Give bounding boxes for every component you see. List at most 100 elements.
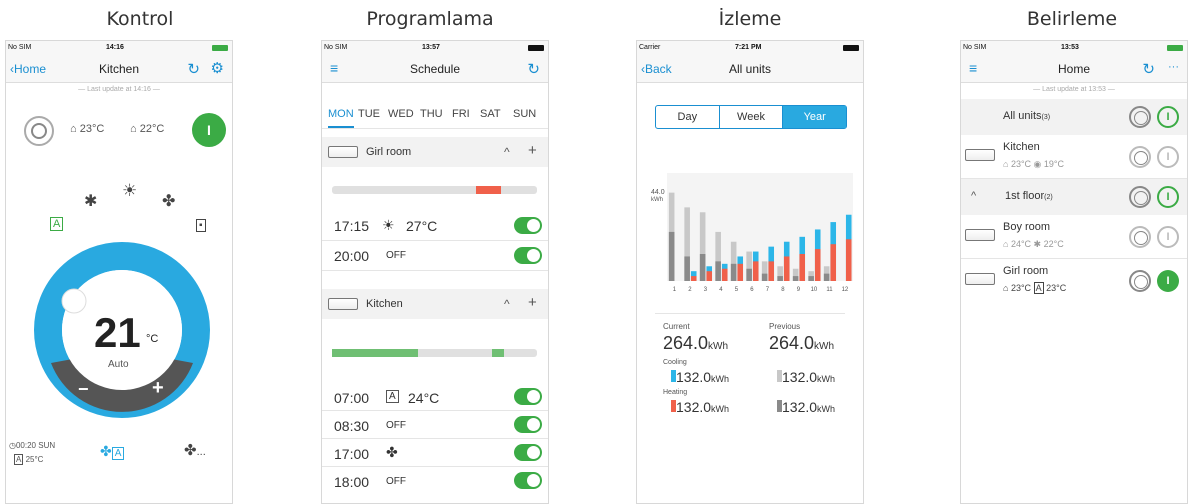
battery-icon — [1167, 45, 1183, 51]
status-bar: Carrier 7:21 PM — [637, 41, 863, 55]
clock-label: 13:53 — [1061, 44, 1079, 51]
fan-mode-icon: ✤ — [386, 444, 398, 460]
setpoint-value: 21 — [94, 309, 141, 356]
entry-toggle[interactable] — [514, 388, 542, 405]
tab-sat[interactable]: SAT — [480, 108, 501, 120]
dry-mode-icon[interactable]: ▪ — [196, 219, 206, 232]
x-tick-label: 8 — [781, 287, 785, 293]
entry-toggle[interactable] — [514, 416, 542, 433]
schedule-entry[interactable]: 17:15 ☀ 27°C — [322, 211, 548, 241]
unit-off-button[interactable] — [1129, 226, 1151, 248]
heat-mode-icon: ☀ — [382, 217, 395, 233]
battery-icon — [528, 45, 544, 51]
energy-bar-chart: 1 2 3 4 5 6 7 8 9 10 11 12 — [667, 173, 853, 293]
power-on-button[interactable]: I — [192, 113, 226, 147]
unit-header-girl-room[interactable]: Girl room ^ + — [322, 137, 548, 167]
status-bar: No SIM 13:53 — [961, 41, 1187, 55]
fan-auto-icon[interactable]: ✤ A — [100, 443, 125, 460]
unit-row-kitchen[interactable]: Kitchen ⌂ 23°C ◉ 19°C I — [961, 135, 1187, 179]
heat-mode-icon[interactable]: ☀ — [122, 181, 137, 201]
refresh-icon[interactable]: ↻ — [1142, 60, 1155, 78]
refresh-icon[interactable]: ↻ — [187, 60, 200, 78]
nav-bar: ≡ Home ↻ ··· — [961, 55, 1187, 83]
cool-mode-icon[interactable]: ✱ — [84, 191, 97, 211]
gear-icon[interactable]: ⚙ — [211, 59, 224, 77]
add-button[interactable]: + — [528, 294, 537, 311]
floor-on-button[interactable]: I — [1157, 186, 1179, 208]
power-off-button[interactable] — [24, 116, 54, 146]
tab-sun[interactable]: SUN — [513, 108, 536, 120]
all-off-button[interactable] — [1129, 106, 1151, 128]
unit-row-girl-room[interactable]: Girl room ⌂ 23°C A 23°C I — [961, 259, 1187, 303]
current-total: 264.0kWh — [663, 333, 729, 353]
tab-thu[interactable]: THU — [420, 108, 443, 120]
nav-bar: ‹Back All units — [637, 55, 863, 83]
decrease-button[interactable]: − — [78, 379, 89, 400]
tab-week[interactable]: Week — [720, 106, 784, 128]
tab-year[interactable]: Year — [783, 106, 847, 128]
nav-bar: ‹Home Kitchen ↻ ⚙ — [6, 55, 232, 83]
x-tick-label: 10 — [811, 287, 818, 293]
current-label: Current — [663, 322, 690, 331]
nav-bar: ≡ Schedule ↻ — [322, 55, 548, 83]
entry-toggle[interactable] — [514, 472, 542, 489]
entry-toggle[interactable] — [514, 444, 542, 461]
floor-off-button[interactable] — [1129, 186, 1151, 208]
all-on-button[interactable]: I — [1157, 106, 1179, 128]
floor-row[interactable]: ^ 1st floor(2) I — [961, 179, 1187, 215]
tab-wed[interactable]: WED — [388, 108, 414, 120]
bar-prev-heating-5 — [730, 263, 737, 281]
page-title: Schedule — [409, 62, 461, 76]
entry-toggle[interactable] — [514, 217, 542, 234]
collapse-icon[interactable]: ^ — [971, 190, 976, 202]
heating-previous: 132.0kWh — [777, 399, 835, 415]
bar-prev-heating-7 — [761, 273, 768, 281]
unit-header-kitchen[interactable]: Kitchen ^ + — [322, 289, 548, 319]
ac-unit-icon — [328, 298, 358, 310]
unit-row-boy-room[interactable]: Boy room ⌂ 24°C ✱ 22°C I — [961, 215, 1187, 259]
all-units-row[interactable]: All units(3) I — [961, 99, 1187, 135]
increase-button[interactable]: + — [152, 377, 164, 400]
unit-on-button[interactable]: I — [1157, 146, 1179, 168]
auto-mode-icon[interactable]: A — [50, 217, 64, 231]
ac-unit-icon — [965, 273, 995, 285]
bar-prev-heating-2 — [684, 256, 690, 281]
unit-name: Girl room — [366, 146, 412, 158]
swing-more-icon[interactable]: ✤... — [184, 441, 206, 459]
ac-unit-icon — [328, 146, 358, 158]
floor-label: 1st floor(2) — [1005, 190, 1053, 202]
schedule-entry[interactable]: 07:00 A 24°C — [322, 383, 548, 411]
x-tick-label: 4 — [719, 287, 723, 293]
bar-prev-heating-4 — [715, 261, 721, 281]
unit-name: Kitchen — [366, 298, 403, 310]
unit-off-button[interactable] — [1129, 270, 1151, 292]
fan-mode-icon[interactable]: ✤ — [162, 191, 175, 211]
bar-prev-heating-6 — [746, 268, 752, 281]
caption-izleme: İzleme — [718, 8, 782, 30]
x-tick-label: 12 — [842, 287, 849, 293]
tab-tue[interactable]: TUE — [358, 108, 380, 120]
collapse-icon[interactable]: ^ — [504, 297, 510, 311]
unit-on-button[interactable]: I — [1157, 226, 1179, 248]
timer-info[interactable]: ◷00:20 SUN — [9, 441, 55, 450]
bar-heating-11 — [830, 244, 837, 281]
entry-toggle[interactable] — [514, 247, 542, 264]
last-update: — Last update at 13:53 — — [1033, 86, 1115, 93]
tab-day[interactable]: Day — [656, 106, 720, 128]
clock-label: 13:57 — [422, 44, 440, 51]
tab-mon[interactable]: MON — [328, 108, 354, 128]
more-icon[interactable]: ··· — [1168, 61, 1179, 73]
collapse-icon[interactable]: ^ — [504, 145, 510, 159]
setpoint-unit: °C — [146, 333, 159, 345]
unit-off-button[interactable] — [1129, 146, 1151, 168]
schedule-entry[interactable]: 20:00 OFF — [322, 241, 548, 271]
bar-prev-heating-11 — [823, 273, 830, 281]
bar-prev-heating-10 — [808, 276, 814, 281]
schedule-entry[interactable]: 18:00 OFF — [322, 467, 548, 495]
unit-on-button[interactable]: I — [1157, 270, 1179, 292]
tab-fri[interactable]: FRI — [452, 108, 470, 120]
add-button[interactable]: + — [528, 142, 537, 159]
schedule-entry[interactable]: 08:30 OFF — [322, 411, 548, 439]
schedule-entry[interactable]: 17:00 ✤ — [322, 439, 548, 467]
refresh-icon[interactable]: ↻ — [527, 60, 540, 78]
